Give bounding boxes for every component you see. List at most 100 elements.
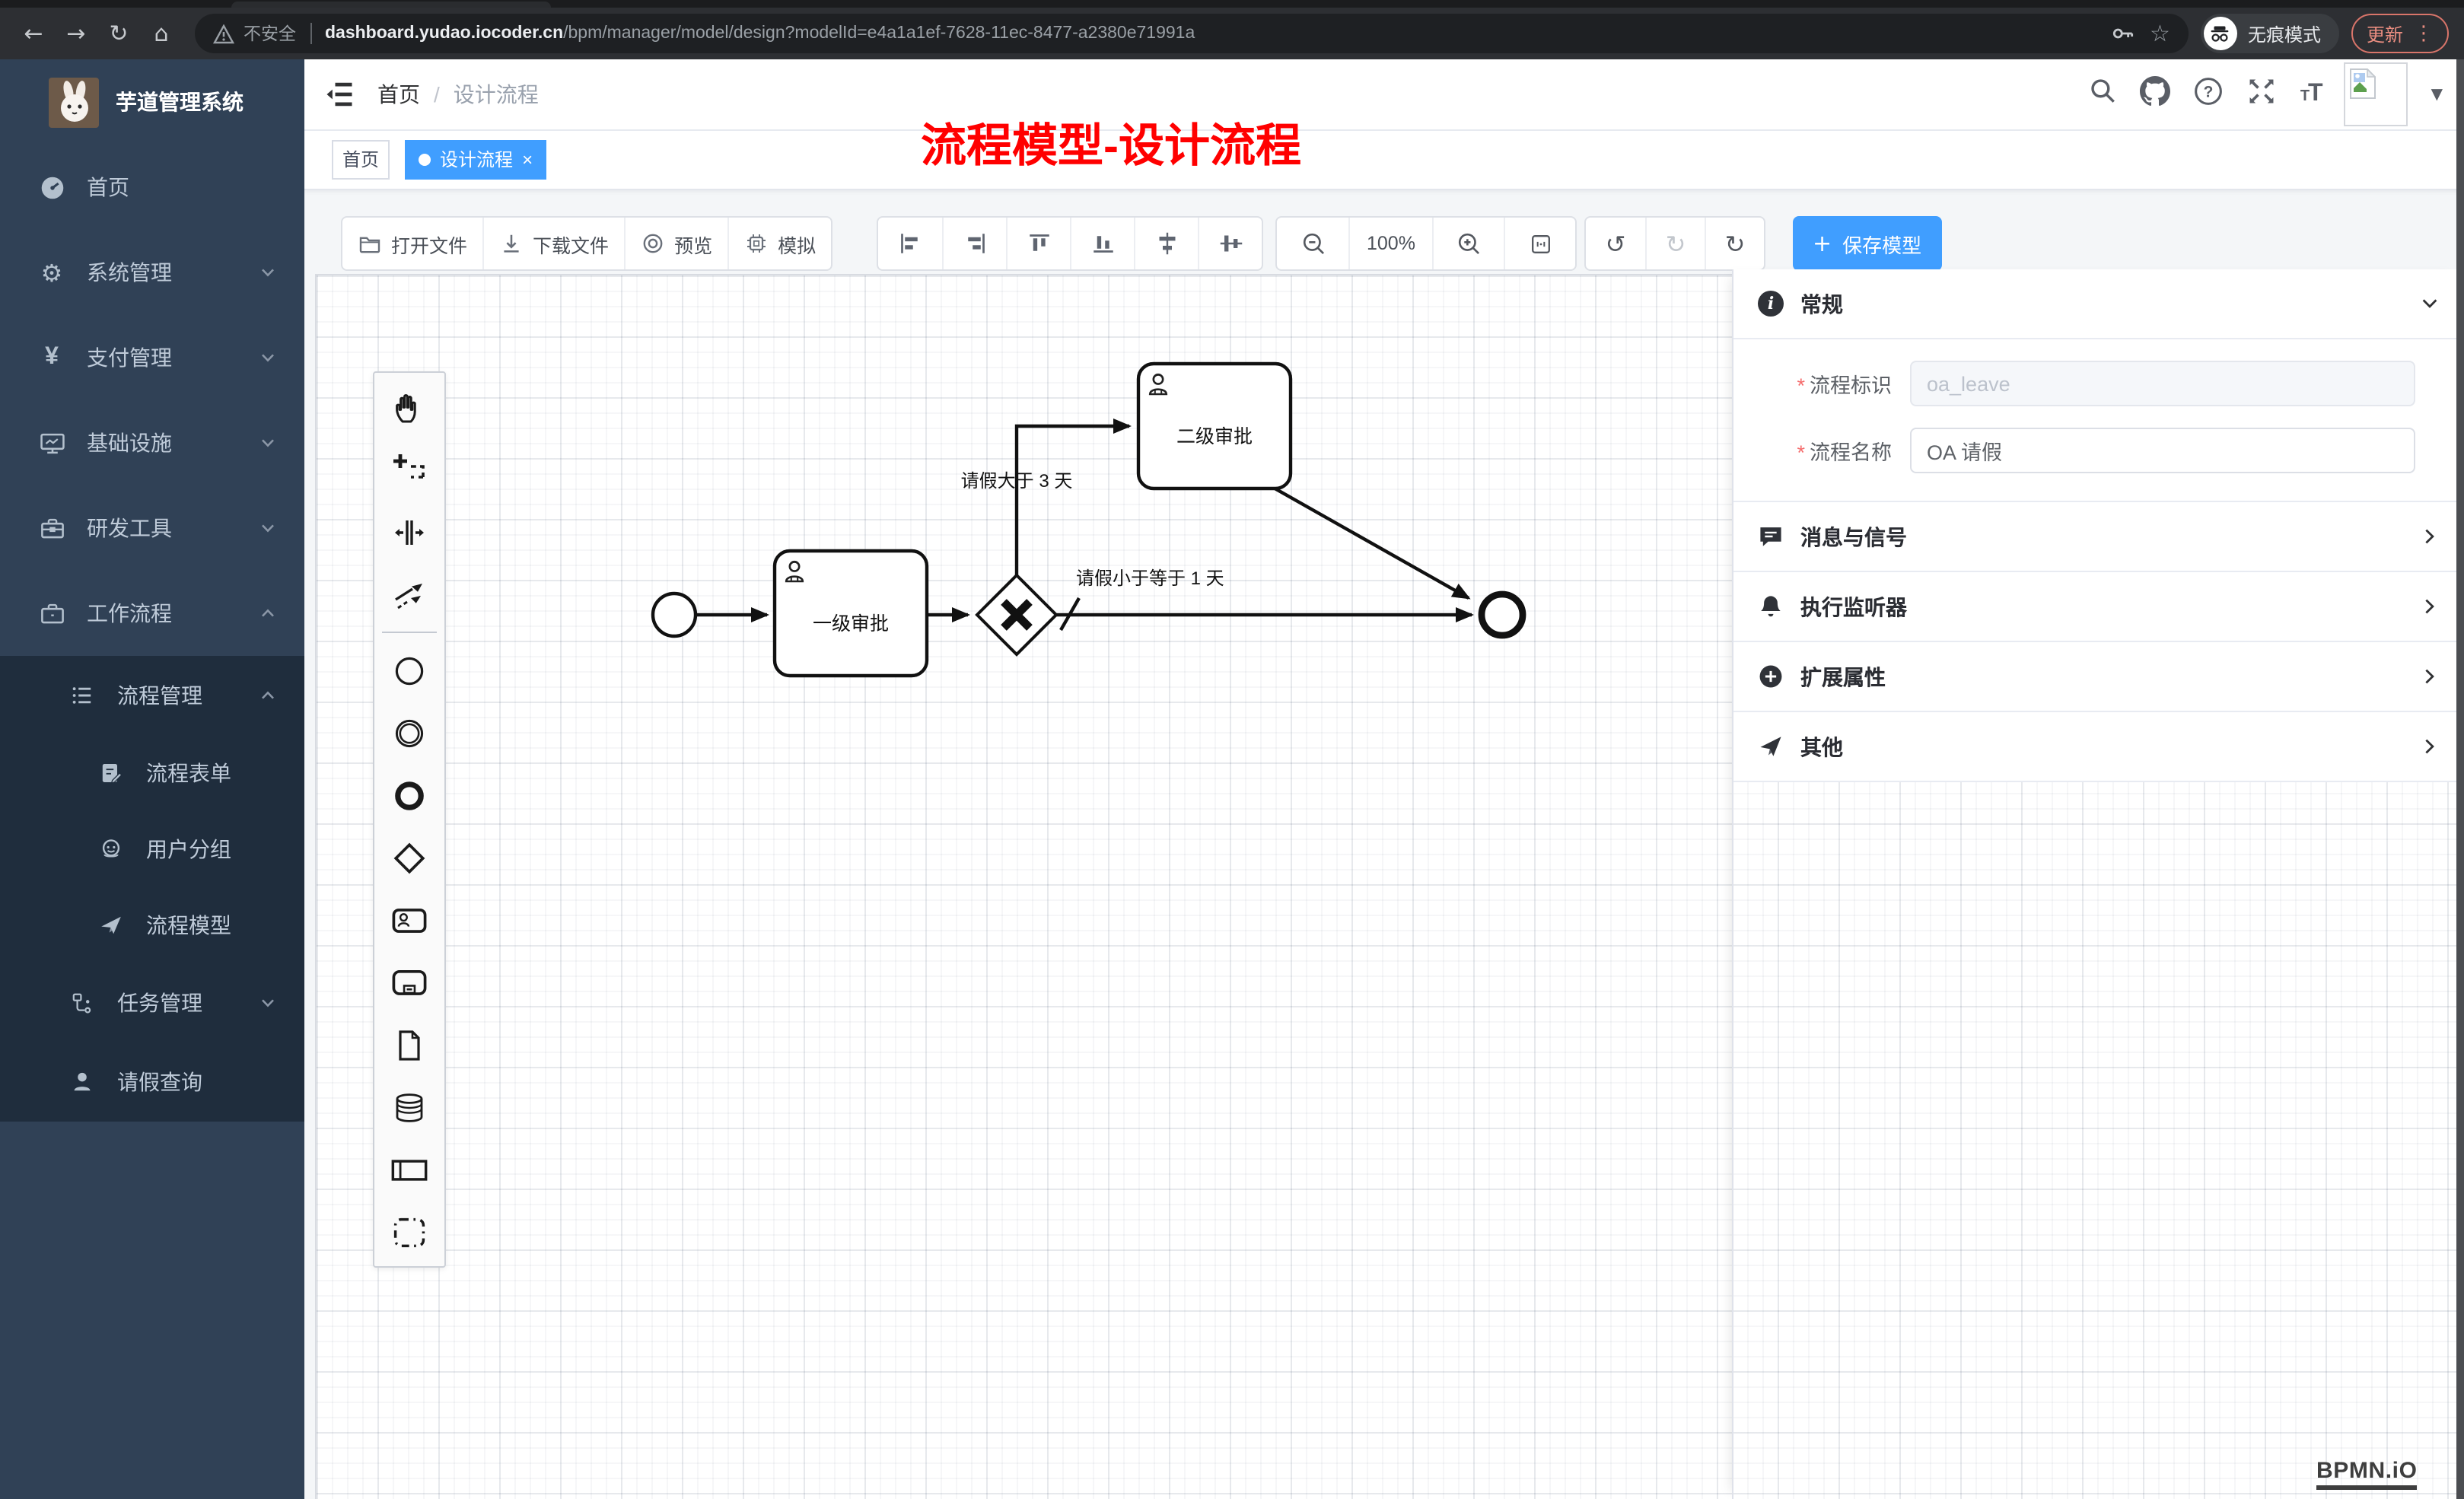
process-name-input[interactable] — [1910, 428, 2415, 473]
sidebar-item-leave-query[interactable]: 请假查询 — [0, 1042, 304, 1122]
sidebar-item-infra[interactable]: 基础设施 — [0, 400, 304, 485]
group-tool-icon[interactable] — [374, 1201, 444, 1263]
browser-back-button[interactable]: ← — [15, 15, 52, 52]
hand-tool-icon[interactable] — [374, 376, 444, 438]
restart-button[interactable]: ↻ — [1705, 218, 1764, 269]
download-file-button[interactable]: 下载文件 — [482, 218, 624, 269]
sidebar-item-workflow[interactable]: 工作流程 — [0, 571, 304, 656]
align-horizontal-center-button[interactable] — [1198, 218, 1262, 269]
message-icon — [1758, 524, 1784, 549]
tab-home[interactable]: 首页 — [332, 139, 390, 179]
browser-forward-button[interactable]: → — [58, 15, 94, 52]
help-icon[interactable]: ? — [2194, 75, 2224, 113]
yen-icon: ¥ — [38, 344, 65, 371]
bpmn-palette — [373, 371, 446, 1268]
global-connect-tool-icon[interactable] — [374, 563, 444, 625]
intermediate-event-tool-icon[interactable] — [374, 702, 444, 764]
browser-address-bar[interactable]: 不安全 dashboard.yudao.iocoder.cn/bpm/manag… — [195, 14, 2189, 53]
gateway-tool-icon[interactable] — [374, 826, 444, 889]
sidebar-item-system[interactable]: ⚙ 系统管理 — [0, 230, 304, 315]
start-event-tool-icon[interactable] — [374, 639, 444, 702]
panel-section-execution-listener[interactable]: 执行监听器 — [1733, 572, 2464, 642]
sidebar-item-user-group[interactable]: 用户分组 — [0, 811, 304, 887]
sidebar-item-payment[interactable]: ¥ 支付管理 — [0, 315, 304, 400]
palette-separator — [382, 632, 437, 633]
end-event-tool-icon[interactable] — [374, 764, 444, 826]
chip-icon — [744, 231, 769, 256]
font-size-icon[interactable]: TT — [2300, 81, 2322, 108]
sidebar-item-label: 首页 — [87, 172, 129, 202]
bookmark-star-icon[interactable]: ☆ — [2150, 20, 2170, 47]
chevron-down-icon[interactable]: ▼ — [2431, 86, 2443, 103]
fit-viewport-button[interactable] — [1504, 218, 1575, 269]
data-object-tool-icon[interactable] — [374, 1014, 444, 1076]
chevron-down-icon — [259, 519, 277, 537]
condition-label-le1[interactable]: 请假小于等于 1 天 — [1076, 565, 1224, 590]
open-file-button[interactable]: 打开文件 — [342, 218, 482, 269]
tab-label: 首页 — [342, 146, 379, 172]
browser-reload-button[interactable]: ↻ — [100, 15, 137, 52]
panel-section-extension-props[interactable]: 扩展属性 — [1733, 642, 2464, 712]
app-logo-row[interactable]: 芋道管理系统 — [0, 59, 304, 145]
close-icon[interactable]: × — [522, 150, 533, 168]
save-model-button[interactable]: + 保存模型 — [1793, 216, 1941, 271]
paper-plane-icon — [1758, 734, 1784, 759]
participant-pool-tool-icon[interactable] — [374, 1138, 444, 1201]
sidebar-item-process-model[interactable]: 流程模型 — [0, 887, 304, 963]
start-event[interactable] — [653, 594, 696, 636]
undo-button[interactable]: ↺ — [1586, 218, 1645, 269]
task1-label[interactable]: 一级审批 — [775, 559, 927, 683]
exclusive-gateway[interactable] — [977, 575, 1056, 654]
github-icon[interactable] — [2141, 75, 2171, 113]
toolbox-icon — [38, 515, 65, 541]
panel-section-general[interactable]: i 常规 — [1733, 269, 2464, 339]
align-left-button[interactable] — [878, 218, 942, 269]
subprocess-tool-icon[interactable] — [374, 951, 444, 1014]
breadcrumb: 首页 / 设计流程 — [377, 59, 539, 129]
panel-section-other[interactable]: 其他 — [1733, 712, 2464, 782]
search-icon[interactable] — [2089, 76, 2118, 113]
breadcrumb-home[interactable]: 首页 — [377, 79, 420, 110]
toolbar-history-group: ↺ ↻ ↻ — [1584, 216, 1765, 271]
condition-label-gt3[interactable]: 请假大于 3 天 — [909, 467, 1125, 493]
browser-menu-icon[interactable]: ⋮ — [2414, 22, 2434, 45]
browser-tab[interactable] — [231, 2, 551, 8]
sidebar-item-home[interactable]: 首页 — [0, 145, 304, 230]
sidebar-item-devtools[interactable]: 研发工具 — [0, 485, 304, 571]
app-logo-rabbit — [49, 77, 99, 127]
button-label: 打开文件 — [391, 229, 467, 258]
align-right-button[interactable] — [942, 218, 1006, 269]
align-top-button[interactable] — [1006, 218, 1070, 269]
browser-update-button[interactable]: 更新 ⋮ — [2351, 14, 2449, 53]
lasso-tool-icon[interactable] — [374, 438, 444, 501]
data-store-tool-icon[interactable] — [374, 1076, 444, 1138]
process-key-input[interactable] — [1910, 361, 2415, 406]
fullscreen-icon[interactable] — [2247, 75, 2278, 113]
redo-button[interactable]: ↻ — [1645, 218, 1705, 269]
end-event[interactable] — [1482, 594, 1523, 635]
align-bottom-button[interactable] — [1070, 218, 1134, 269]
align-vertical-center-button[interactable] — [1134, 218, 1198, 269]
zoom-out-button[interactable] — [1277, 218, 1348, 269]
sidebar-collapse-icon[interactable] — [323, 78, 356, 119]
task2-label[interactable]: 二级审批 — [1138, 371, 1291, 496]
flow-gateway-to-task2[interactable] — [1017, 426, 1129, 575]
chevron-right-icon — [2420, 527, 2440, 546]
sidebar-item-task-mgmt[interactable]: 任务管理 — [0, 963, 304, 1042]
preview-button[interactable]: 预览 — [624, 218, 727, 269]
user-task-tool-icon[interactable] — [374, 889, 444, 951]
sidebar-item-process-form[interactable]: 流程表单 — [0, 735, 304, 811]
window-edge-scrollbar[interactable] — [2456, 59, 2464, 1499]
key-icon[interactable] — [2107, 18, 2138, 49]
space-tool-icon[interactable] — [374, 501, 444, 563]
sidebar-item-label: 工作流程 — [87, 598, 172, 629]
simulate-button[interactable]: 模拟 — [727, 218, 831, 269]
tab-design-process[interactable]: 设计流程 × — [405, 139, 546, 179]
chevron-down-icon — [259, 348, 277, 367]
download-icon — [499, 231, 524, 256]
zoom-in-button[interactable] — [1432, 218, 1504, 269]
avatar[interactable] — [2345, 62, 2408, 126]
panel-section-message-signal[interactable]: 消息与信号 — [1733, 502, 2464, 572]
sidebar-item-process-mgmt[interactable]: 流程管理 — [0, 656, 304, 735]
browser-home-button[interactable]: ⌂ — [143, 15, 180, 52]
